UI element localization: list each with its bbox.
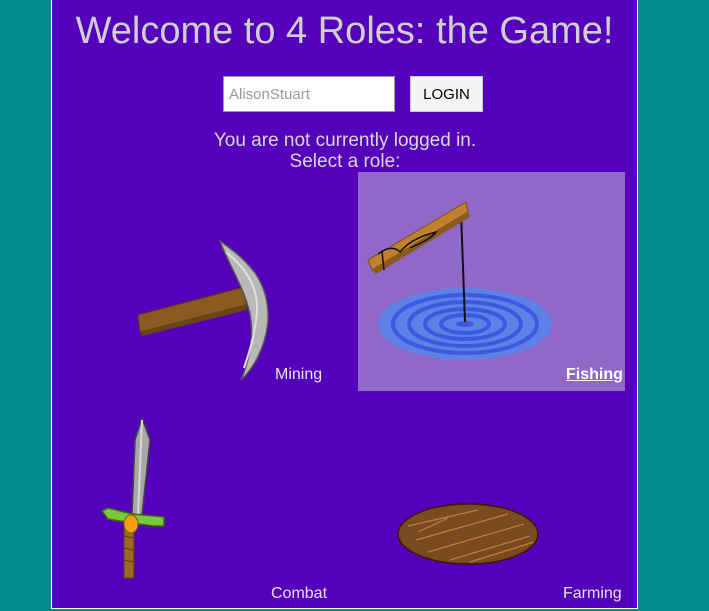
game-panel: Welcome to 4 Roles: the Game! LOGIN You …	[51, 0, 638, 609]
role-tile-mining[interactable]: Mining	[102, 172, 333, 391]
role-label-fishing[interactable]: Fishing	[566, 366, 623, 384]
role-label-mining[interactable]: Mining	[275, 366, 322, 384]
role-label-combat[interactable]: Combat	[271, 585, 327, 603]
page-title: Welcome to 4 Roles: the Game!	[75, 10, 614, 52]
login-status: You are not currently logged in. Select …	[52, 130, 638, 172]
role-tile-combat[interactable]: Combat	[102, 410, 333, 605]
login-button[interactable]: LOGIN	[410, 76, 483, 112]
role-label-farming[interactable]: Farming	[563, 585, 622, 603]
soil-plot-icon	[397, 503, 539, 565]
role-tile-farming[interactable]: Farming	[358, 410, 625, 605]
fishing-rod-icon	[367, 201, 552, 360]
role-tile-fishing[interactable]: Fishing	[358, 172, 625, 391]
select-role-prompt: Select a role:	[289, 151, 401, 172]
username-input[interactable]	[223, 76, 395, 112]
sword-icon	[102, 415, 165, 579]
pickaxe-icon	[137, 239, 269, 381]
login-status-text: You are not currently logged in.	[213, 130, 477, 151]
